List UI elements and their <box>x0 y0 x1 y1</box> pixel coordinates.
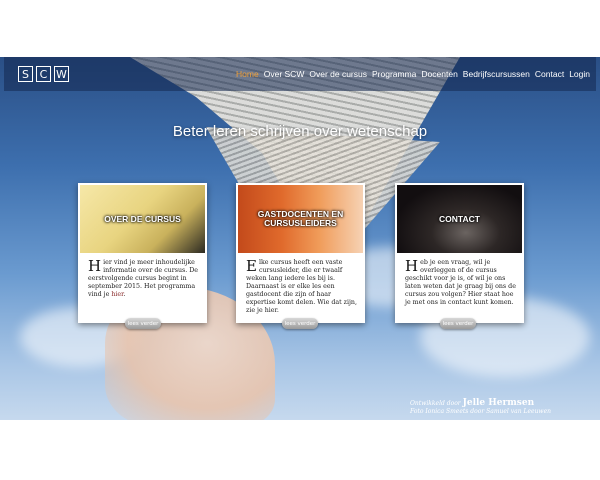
developer-name[interactable]: Jelle Hermsen <box>463 398 535 408</box>
card-image: OVER DE CURSUS <box>80 185 205 253</box>
drop-cap: E <box>246 257 257 275</box>
card-text: Hier vind je meer inhoudelijke informati… <box>88 259 200 299</box>
card-body-end: . <box>123 291 126 298</box>
nav-item-bedrijfscursussen[interactable]: Bedrijfscursussen <box>463 69 530 79</box>
drop-cap: H <box>405 257 419 275</box>
nav-item-contact[interactable]: Contact <box>535 69 564 79</box>
card-title: GASTDOCENTEN EN CURSUSLEIDERS <box>257 209 344 228</box>
developed-by-label: Ontwikkeld door <box>410 400 461 407</box>
nav-item-over-scw[interactable]: Over SCW <box>264 69 305 79</box>
logo-letter: S <box>18 66 33 82</box>
lees-verder-button[interactable]: lees verder <box>440 318 476 329</box>
nav-item-login[interactable]: Login <box>569 69 590 79</box>
photo-credit: Foto Ionica Smeets door Samuel van Leeuw… <box>410 408 551 415</box>
page-headline: Beter leren schrijven over wetenschap <box>172 123 428 140</box>
main-menu: Home Over SCW Over de cursus Programma D… <box>236 69 590 79</box>
card-body: lke cursus heeft een vaste cursusleider,… <box>246 259 357 314</box>
nav-item-home[interactable]: Home <box>236 69 259 79</box>
card-text: Heb je een vraag, wil je overleggen of d… <box>405 259 517 307</box>
card-title: OVER DE CURSUS <box>104 213 181 224</box>
card-gastdocenten: GASTDOCENTEN EN CURSUSLEIDERS Elke cursu… <box>236 183 365 323</box>
card-image: CONTACT <box>397 185 522 253</box>
lees-verder-button[interactable]: lees verder <box>125 318 161 329</box>
card-image: GASTDOCENTEN EN CURSUSLEIDERS <box>238 185 363 253</box>
logo-letter: C <box>36 66 51 82</box>
logo-letter: W <box>54 66 69 82</box>
card-title: CONTACT <box>439 213 480 224</box>
card-body: ier vind je meer inhoudelijke informatie… <box>88 259 199 298</box>
card-contact: CONTACT Heb je een vraag, wil je overleg… <box>395 183 524 323</box>
lees-verder-button[interactable]: lees verder <box>282 318 318 329</box>
programma-link[interactable]: hier <box>111 291 123 298</box>
footer-credit: Ontwikkeld door Jelle Hermsen Foto Ionic… <box>410 398 551 416</box>
nav-item-docenten[interactable]: Docenten <box>421 69 457 79</box>
nav-item-over-de-cursus[interactable]: Over de cursus <box>309 69 367 79</box>
nav-item-programma[interactable]: Programma <box>372 69 416 79</box>
card-text: Elke cursus heeft een vaste cursusleider… <box>246 259 358 315</box>
card-over-de-cursus: OVER DE CURSUS Hier vind je meer inhoude… <box>78 183 207 323</box>
drop-cap: H <box>88 257 102 275</box>
card-body: eb je een vraag, wil je overleggen of de… <box>405 259 516 306</box>
scw-logo[interactable]: S C W <box>18 66 69 82</box>
top-navigation-bar: S C W Home Over SCW Over de cursus Progr… <box>4 57 596 91</box>
